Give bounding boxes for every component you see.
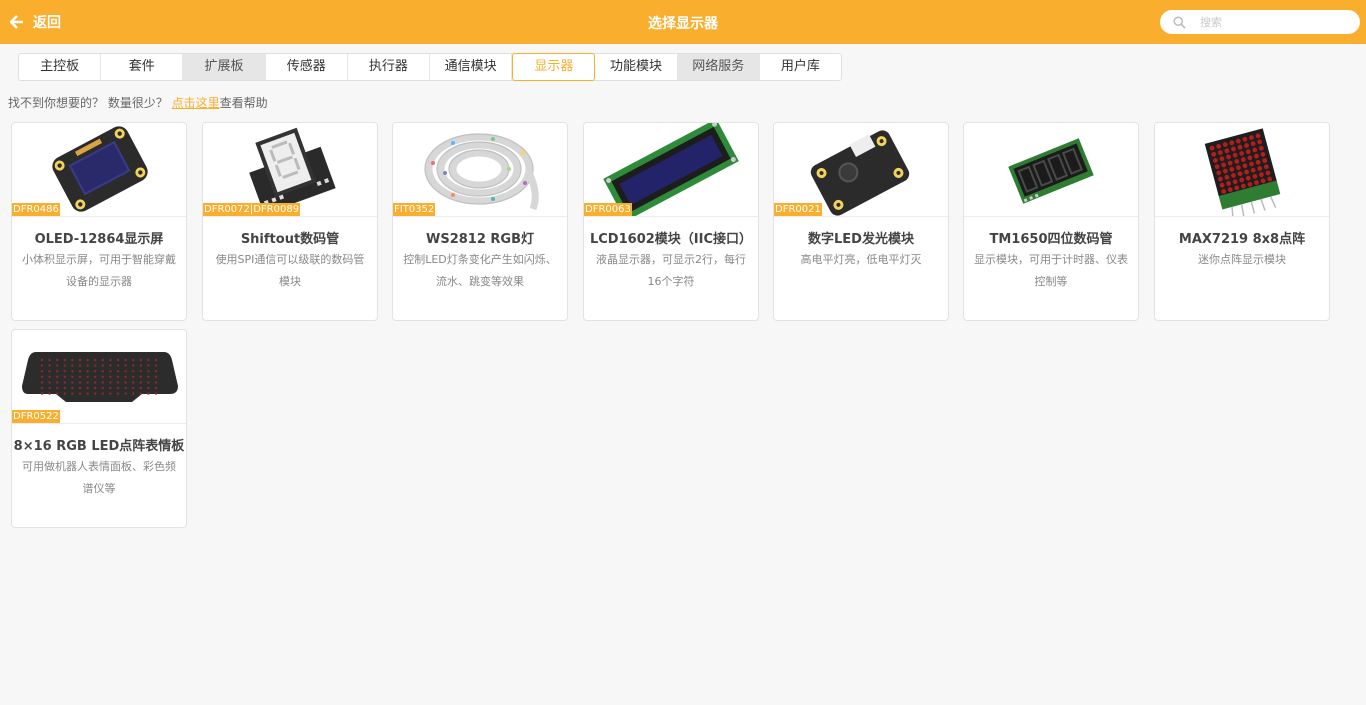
product-description: 迷你点阵显示模块: [1198, 253, 1286, 266]
help-link[interactable]: 点击这里: [172, 96, 220, 110]
help-prefix: 找不到你想要的？ 数量很少？: [8, 96, 168, 110]
help-suffix: 查看帮助: [219, 96, 268, 110]
product-image: FIT0352: [393, 123, 567, 217]
product-card-tm1650[interactable]: TM1650四位数码管 显示模块，可用于计时器、仪表控制等: [963, 122, 1139, 321]
tab-display[interactable]: 显示器: [512, 53, 596, 81]
sku-badge: FIT0352: [393, 203, 436, 216]
product-name: WS2812 RGB灯: [426, 232, 534, 247]
tab-sensor[interactable]: 传感器: [266, 54, 348, 80]
product-name: OLED-12864显示屏: [34, 232, 164, 247]
four-digit-display-icon: [1008, 138, 1094, 204]
sku-badge: DFR0072|DFR0089: [203, 203, 301, 216]
product-image: DFR0072|DFR0089: [203, 123, 377, 217]
product-card-8x16-rgb-led[interactable]: DFR0522 8×16 RGB LED点阵表情板 可用做机器人表情面板、彩色频…: [11, 329, 187, 528]
product-image: [1155, 123, 1329, 217]
tab-network-service[interactable]: 网络服务: [677, 54, 760, 80]
product-card-lcd1602[interactable]: DFR0063 LCD1602模块（IIC接口） 液晶显示器，可显示2行，每行1…: [583, 122, 759, 321]
product-card-oled[interactable]: DFR0486 OLED-12864显示屏 小体积显示屏，可用于智能穿戴设备的显…: [11, 122, 187, 321]
sku-badge: DFR0063: [584, 203, 632, 216]
product-image: [964, 123, 1138, 217]
product-image: DFR0021: [774, 123, 948, 217]
product-card-shiftout[interactable]: DFR0072|DFR0089 Shiftout数码管 使用SPI通信可以级联的…: [202, 122, 378, 321]
category-tabs: 主控板 套件 扩展板 传感器 执行器 通信模块 显示器 功能模块 网络服务 用户…: [18, 53, 842, 81]
product-card-max7219[interactable]: MAX7219 8x8点阵 迷你点阵显示模块: [1154, 122, 1330, 321]
product-description: 控制LED灯条变化产生如闪烁、流水、跳变等效果: [403, 253, 557, 288]
product-image: DFR0522: [12, 330, 186, 424]
tab-user-library[interactable]: 用户库: [760, 54, 841, 80]
tab-communication[interactable]: 通信模块: [430, 54, 513, 80]
product-card-digital-led[interactable]: DFR0021 数字LED发光模块 高电平灯亮，低电平灯灭: [773, 122, 949, 321]
help-text: 找不到你想要的？ 数量很少？ 点击这里查看帮助: [8, 94, 268, 111]
product-description: 使用SPI通信可以级联的数码管模块: [215, 253, 365, 288]
tab-kit[interactable]: 套件: [101, 54, 184, 80]
product-description: 小体积显示屏，可用于智能穿戴设备的显示器: [22, 253, 176, 288]
product-name: 8×16 RGB LED点阵表情板: [13, 439, 185, 454]
product-image: DFR0486: [12, 123, 186, 217]
product-card-ws2812[interactable]: FIT0352 WS2812 RGB灯 控制LED灯条变化产生如闪烁、流水、跳变…: [392, 122, 568, 321]
product-name: MAX7219 8x8点阵: [1178, 232, 1306, 247]
product-name: 数字LED发光模块: [808, 232, 914, 247]
sku-badge: DFR0522: [12, 410, 60, 423]
search-input[interactable]: [1200, 15, 1350, 29]
dot-matrix-icon: [1204, 128, 1281, 216]
tab-mainboard[interactable]: 主控板: [19, 54, 102, 80]
product-name: LCD1602模块（IIC接口）: [589, 232, 752, 247]
sku-badge: DFR0021: [774, 203, 822, 216]
tab-expansion-board[interactable]: 扩展板: [183, 54, 266, 80]
product-image: DFR0063: [584, 123, 758, 217]
product-name: TM1650四位数码管: [989, 232, 1113, 247]
sku-badge: DFR0486: [12, 203, 60, 216]
product-description: 可用做机器人表情面板、彩色频谱仪等: [22, 460, 176, 495]
tab-function[interactable]: 功能模块: [595, 54, 678, 80]
search-icon: [1173, 15, 1186, 29]
search-box[interactable]: [1160, 10, 1360, 34]
product-description: 高电平灯亮，低电平灯灭: [800, 253, 922, 266]
tab-actuator[interactable]: 执行器: [348, 54, 431, 80]
product-description: 液晶显示器，可显示2行，每行16个字符: [596, 253, 746, 288]
product-description: 显示模块，可用于计时器、仪表控制等: [974, 253, 1128, 288]
product-name: Shiftout数码管: [240, 232, 340, 247]
top-bar: 返回 选择显示器: [0, 0, 1366, 44]
